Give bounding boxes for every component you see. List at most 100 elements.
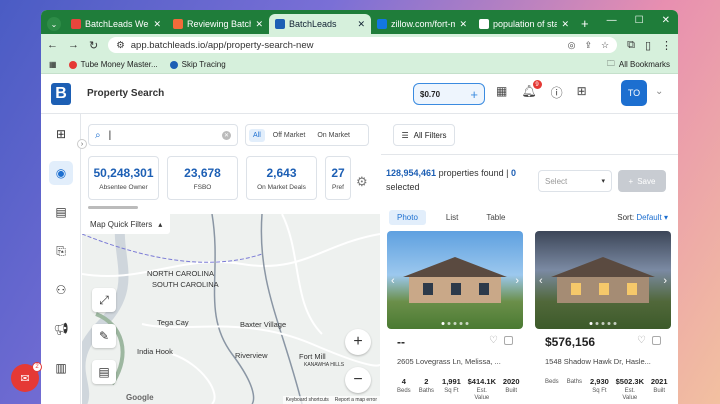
bookmark-skip-tracing[interactable]: Skip Tracing [169, 60, 226, 69]
profile-icon[interactable]: ▯ [645, 39, 651, 52]
tab-1[interactable]: Reviewing BatchLeads ✕ [167, 14, 269, 34]
credit-balance[interactable]: $0.70 + [413, 83, 485, 105]
sort-control[interactable]: Sort: Default ▾ [617, 213, 668, 222]
tab-3[interactable]: zillow.com/fort-mill✕ [371, 14, 473, 34]
url-field[interactable]: ⚙ app.batchleads.io/app/property-search-… [108, 37, 618, 53]
property-photo[interactable]: ‹ › [535, 231, 671, 329]
folder-icon: 🗀 [606, 58, 615, 68]
map-roads [82, 214, 380, 404]
list-icon[interactable]: ⎘ [49, 239, 73, 263]
reload-icon[interactable]: ↻ [89, 39, 98, 52]
close-icon[interactable]: ✕ [459, 19, 467, 30]
stat-card[interactable]: 23,678 FSBO [167, 156, 238, 200]
avatar[interactable]: TO [621, 80, 647, 106]
report-error-link[interactable]: Report a map error [335, 397, 377, 403]
tab-bar: ⌄ BatchLeads Webinar ✕ Reviewing BatchLea… [41, 10, 678, 34]
help-chat-button[interactable]: ✉ 2 [11, 362, 42, 392]
all-bookmarks[interactable]: 🗀 All Bookmarks [607, 58, 670, 72]
app-root: B Property Search $0.70 + ▦ 🔔︎ 9 ⓘ ⊞ TO ⌄ … [41, 74, 678, 404]
tab-4[interactable]: population of stanfield✕ [473, 14, 575, 34]
site-info-icon[interactable]: ⚙ [116, 40, 125, 51]
help-icon[interactable]: ⓘ [551, 84, 563, 101]
forward-icon[interactable]: → [68, 39, 79, 51]
save-button[interactable]: + Save [618, 170, 666, 192]
menu-icon[interactable]: ⋮ [661, 39, 672, 52]
maximize-icon[interactable]: ☐ [635, 15, 644, 26]
property-card[interactable]: ‹ › -- ♡ 2605 Lovegrass Ln, Melissa, ...… [387, 231, 523, 404]
bookmarks-bar: ▦ Tube Money Master... Skip Tracing 🗀 All… [41, 56, 678, 74]
tab-2[interactable]: BatchLeads ✕ [269, 14, 371, 34]
bookmark-tube-money[interactable]: Tube Money Master... [68, 60, 158, 69]
select-checkbox[interactable] [652, 336, 661, 345]
eye-off-icon[interactable]: ◎ [568, 40, 576, 51]
stats-scrollbar[interactable] [88, 206, 138, 209]
tab-0[interactable]: BatchLeads Webinar ✕ [65, 14, 167, 34]
zoom-out-button[interactable]: − [345, 367, 371, 393]
tab-photo[interactable]: Photo [389, 210, 426, 225]
prev-photo-icon[interactable]: ‹ [391, 275, 395, 287]
tab-search-icon[interactable]: ⌄ [47, 17, 61, 31]
stat-card[interactable]: 50,248,301 Absentee Owner [88, 156, 159, 200]
chart-icon[interactable]: ▥ [49, 356, 73, 380]
segment-on-market[interactable]: On Market [313, 129, 354, 142]
batchleads-logo[interactable]: B [41, 74, 81, 114]
zoom-in-button[interactable]: + [345, 329, 371, 355]
tab-list[interactable]: List [438, 210, 466, 225]
close-window-icon[interactable]: ✕ [662, 15, 670, 26]
map-layers-icon[interactable]: ▤ [92, 360, 116, 384]
segment-off-market[interactable]: Off Market [269, 129, 310, 142]
map-label: Fort Mill [299, 352, 326, 361]
next-photo-icon[interactable]: › [663, 275, 667, 287]
select-checkbox[interactable] [504, 336, 513, 345]
back-icon[interactable]: ← [47, 39, 58, 51]
select-dropdown[interactable]: Select ▾ [538, 170, 612, 192]
map-pin-icon[interactable]: ◉ [49, 161, 73, 185]
segment-all[interactable]: All [249, 128, 265, 142]
heart-icon[interactable]: ♡ [637, 335, 646, 346]
add-credit-icon[interactable]: + [470, 87, 478, 102]
heart-icon[interactable]: ♡ [489, 335, 498, 346]
close-icon[interactable]: ✕ [561, 19, 569, 30]
next-photo-icon[interactable]: › [515, 275, 519, 287]
notification-badge: 9 [532, 80, 542, 89]
fullscreen-icon[interactable]: ⤢ [92, 288, 116, 312]
tab-title: Reviewing BatchLeads [187, 19, 251, 29]
map-icon[interactable]: ▤ [49, 200, 73, 224]
star-icon[interactable]: ☆ [601, 40, 609, 51]
property-address[interactable]: 2605 Lovegrass Ln, Melissa, ... [397, 357, 523, 366]
tab-favicon-icon [479, 19, 489, 29]
keyboard-shortcuts-link[interactable]: Keyboard shortcuts [286, 397, 329, 403]
dashboard-icon[interactable]: ⊞ [49, 122, 73, 146]
tab-favicon-icon [377, 19, 387, 29]
megaphone-icon[interactable]: 📢︎ [49, 317, 73, 341]
map[interactable]: Map Quick Filters ▴ NORTH CAROLINA SOUTH … [82, 214, 380, 404]
close-icon[interactable]: ✕ [357, 19, 365, 30]
stat-card[interactable]: 2,643 On Market Deals [246, 156, 317, 200]
all-filters-button[interactable]: ☰ All Filters [393, 124, 455, 146]
property-address[interactable]: 1548 Shadow Hawk Dr, Hasle... [545, 357, 671, 366]
clear-icon[interactable]: ✕ [222, 130, 231, 140]
calendar-icon[interactable]: ▦ [496, 84, 507, 101]
stat-card[interactable]: 27 Pref [325, 156, 351, 200]
tab-table[interactable]: Table [478, 210, 513, 225]
tab-title: BatchLeads [289, 19, 337, 29]
close-icon[interactable]: ✕ [255, 19, 263, 30]
bell-icon[interactable]: 🔔︎ 9 [521, 80, 542, 101]
map-quick-filters[interactable]: Map Quick Filters ▴ [82, 214, 171, 234]
gear-icon[interactable]: ⚙ [356, 174, 368, 190]
apps-icon[interactable]: ▦ [49, 60, 57, 69]
window-controls: — ☐ ✕ [607, 15, 670, 26]
extensions-icon[interactable]: ⧉ [627, 39, 635, 52]
property-photo[interactable]: ‹ › [387, 231, 523, 329]
close-icon[interactable]: ✕ [153, 19, 161, 30]
user-search-icon[interactable]: ⚇ [49, 278, 73, 302]
search-input[interactable]: ⌕ | ✕ [88, 124, 238, 146]
draw-icon[interactable]: ✎ [92, 324, 116, 348]
new-tab-button[interactable]: + [581, 16, 589, 31]
apps-grid-icon[interactable]: ⊞ [577, 84, 587, 101]
prev-photo-icon[interactable]: ‹ [539, 275, 543, 287]
minimize-icon[interactable]: — [607, 15, 617, 26]
chevron-down-icon[interactable]: ⌄ [655, 86, 663, 97]
property-card[interactable]: ‹ › $576,156 ♡ 1548 Shadow Hawk Dr, Hasl… [535, 231, 671, 404]
share-icon[interactable]: ⇪ [584, 40, 592, 51]
